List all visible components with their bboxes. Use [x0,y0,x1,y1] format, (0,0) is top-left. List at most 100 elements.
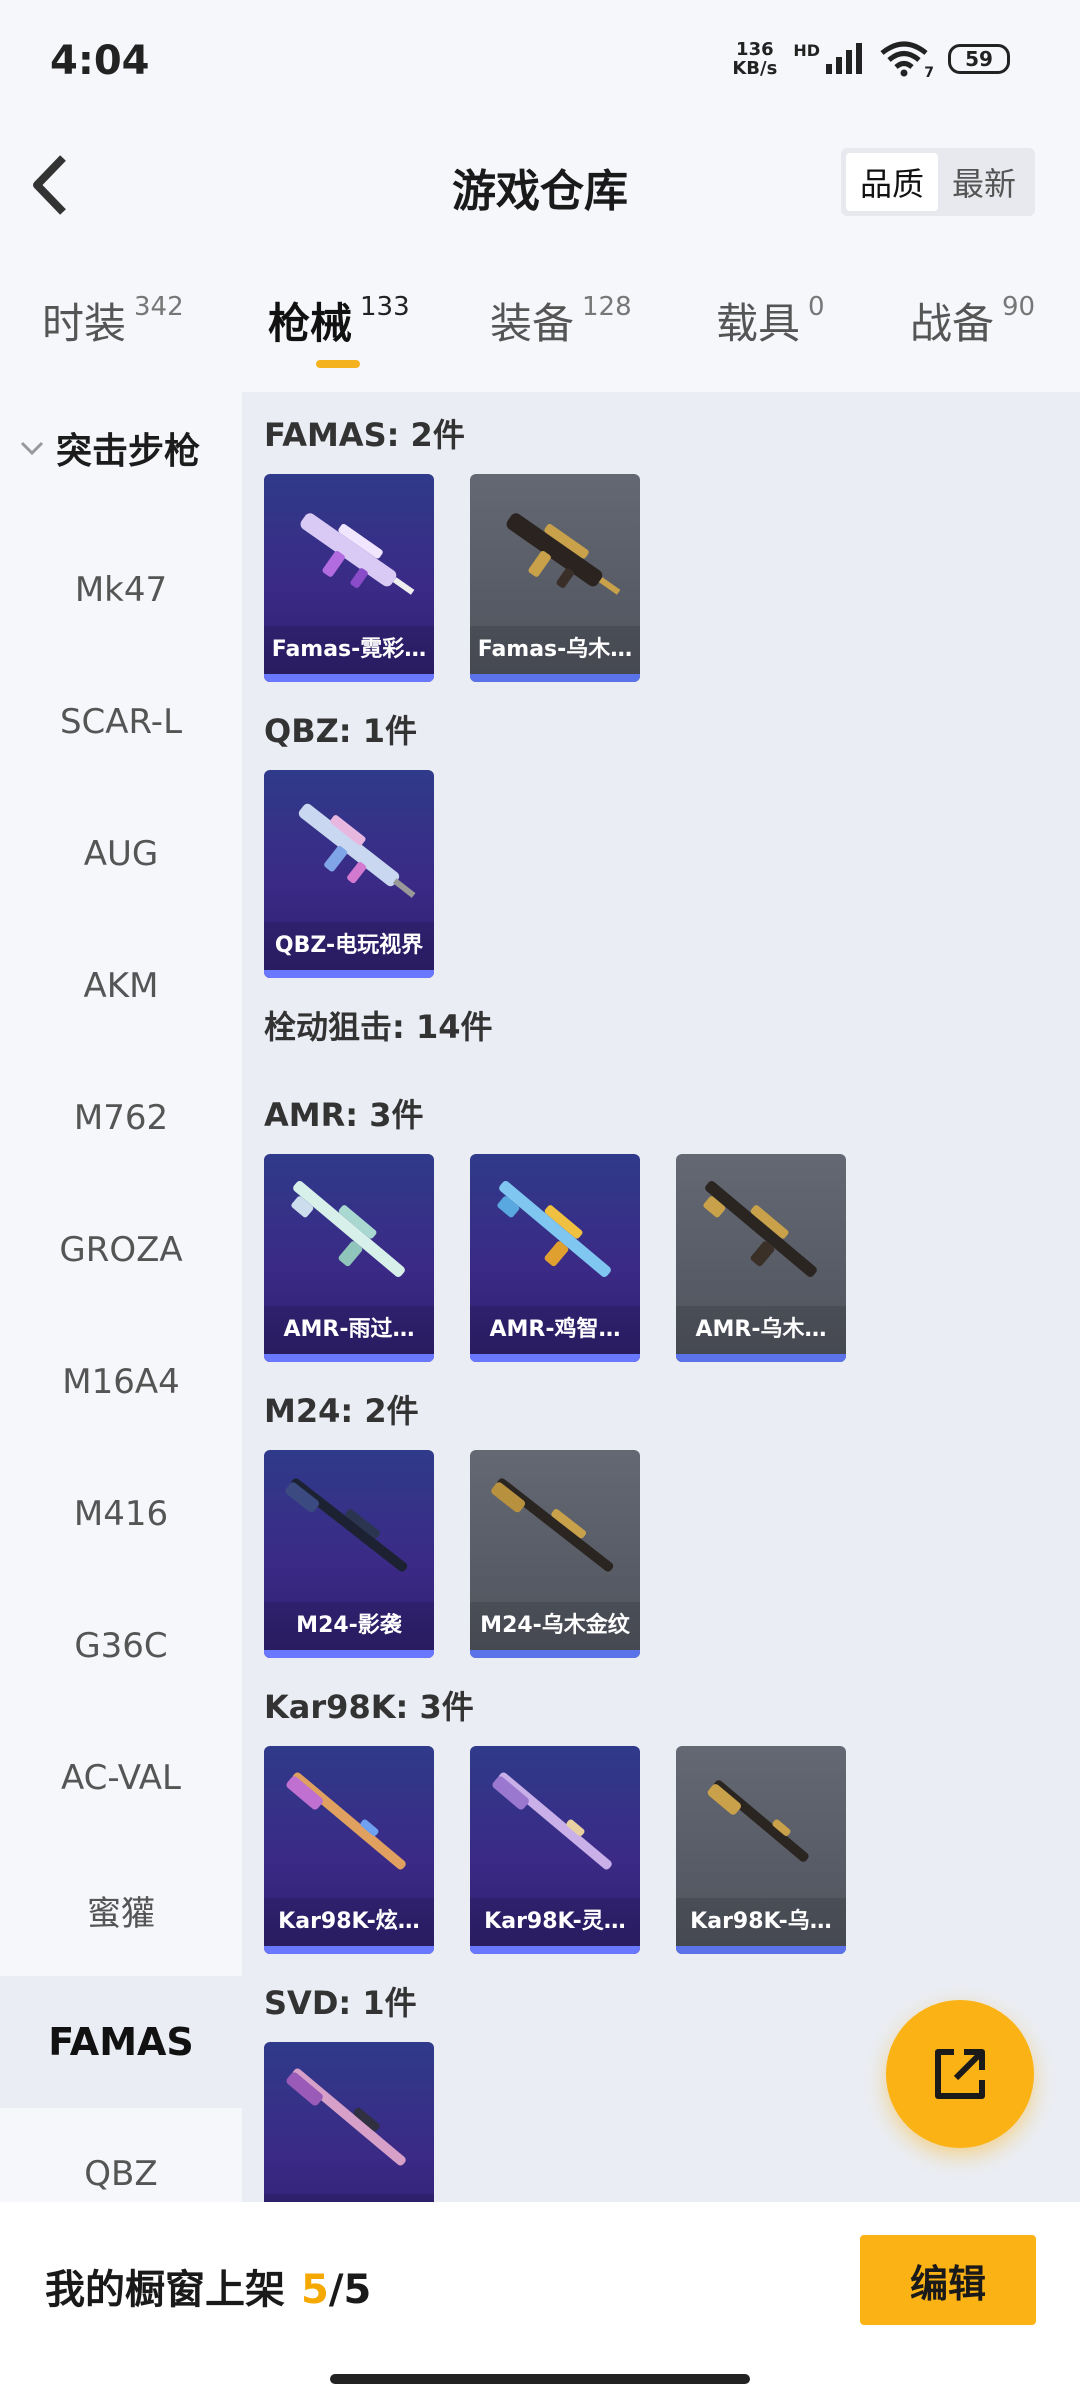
weapon-m24-image [285,1478,408,1572]
sidebar-item-famas[interactable]: FAMAS [0,1976,242,2108]
sidebar-item-m416[interactable]: M416 [0,1448,242,1580]
tab-count: 90 [1002,292,1036,322]
weapon-kar98k-image [286,1772,406,1870]
status-indicators: 136 KB/s HD 7 59 [732,40,1010,81]
rarity-bar [264,1354,434,1362]
item-card[interactable]: Kar98K-炫… [264,1746,434,1954]
sidebar-item-groza[interactable]: GROZA [0,1184,242,1316]
section-title-kar98k: Kar98K: 3件 [264,1688,474,1726]
item-card-label: QBZ-电玩视界 [264,922,434,970]
sort-option-latest[interactable]: 最新 [938,153,1030,211]
chevron-down-icon [20,441,44,456]
weapon-famas-image [506,513,621,595]
rarity-bar [676,1946,846,1954]
tab-label: 战备 [910,299,995,348]
rarity-bar [470,674,640,682]
weapon-sidebar: 突击步枪 Mk47 SCAR-L AUG AKM M762 GROZA M16A… [0,392,242,2202]
rarity-bar [264,1650,434,1658]
tab-count: 0 [808,292,825,322]
sidebar-item-m762[interactable]: M762 [0,1052,242,1184]
sidebar-item-ac-val[interactable]: AC-VAL [0,1712,242,1844]
home-indicator[interactable] [330,2374,750,2384]
sort-toggle: 品质 最新 [841,148,1035,216]
weapon-kar98k-image [707,1780,809,1862]
item-card-label: AMR-鸡智… [470,1306,640,1354]
tab-firearms[interactable]: 枪械 133 [268,290,410,351]
weapon-qbz-image [298,803,416,898]
item-card[interactable] [264,2042,434,2202]
share-external-icon [935,2049,985,2099]
sidebar-item-scar-l[interactable]: SCAR-L [0,656,242,788]
tab-supplies[interactable]: 战备 90 [910,290,1035,351]
rarity-bar [676,1354,846,1362]
tab-equipment[interactable]: 装备 128 [490,290,632,351]
wifi-sub-label: 7 [924,65,934,81]
tab-vehicles[interactable]: 载具 0 [716,290,825,351]
item-card[interactable]: Famas-霓彩… [264,474,434,682]
sidebar-item-m16a4[interactable]: M16A4 [0,1316,242,1448]
section-title-qbz: QBZ: 1件 [264,712,418,750]
showcase-status: 我的橱窗上架 5 / 5 [45,2257,371,2315]
item-card[interactable]: AMR-乌木… [676,1154,846,1362]
rarity-bar [470,1946,640,1954]
item-card-label: Kar98K-灵… [470,1898,640,1946]
battery-level: 59 [965,47,993,71]
hd-label: HD [793,40,820,60]
item-card-label [264,2194,434,2202]
item-card[interactable]: AMR-雨过… [264,1154,434,1362]
share-button[interactable] [886,2000,1034,2148]
network-speed-unit: KB/s [732,58,778,79]
sidebar-group-assault-rifles[interactable]: 突击步枪 [0,422,242,474]
sidebar-item-honey-badger[interactable]: 蜜獾 [0,1844,242,1976]
rarity-bar [264,1946,434,1954]
active-tab-indicator [316,360,360,368]
edit-button[interactable]: 编辑 [860,2235,1036,2325]
showcase-label: 我的橱窗上架 [45,2267,285,2313]
item-card[interactable]: Kar98K-乌… [676,1746,846,1954]
rarity-bar [470,1354,640,1362]
weapon-amr-image [497,1181,611,1277]
section-title-famas: FAMAS: 2件 [264,416,465,454]
sidebar-group-label: 突击步枪 [56,431,201,472]
item-card[interactable]: QBZ-电玩视界 [264,770,434,978]
wifi-icon: 7 [880,41,934,81]
weapon-amr-image [703,1181,817,1277]
battery-icon: 59 [948,44,1010,74]
sidebar-item-g36c[interactable]: G36C [0,1580,242,1712]
item-card[interactable]: M24-影袭 [264,1450,434,1658]
rarity-bar [264,970,434,978]
section-title-bolt-action: 栓动狙击: 14件 [264,1008,493,1046]
item-card-label: M24-乌木金纹 [470,1602,640,1650]
tab-label: 时装 [42,299,127,348]
section-title-svd: SVD: 1件 [264,1984,417,2022]
tab-costume[interactable]: 时装 342 [42,290,184,351]
network-speed-value: 136 [736,39,774,60]
sort-option-quality[interactable]: 品质 [846,153,938,211]
item-card-label: Famas-乌木… [470,626,640,674]
item-card[interactable]: Famas-乌木… [470,474,640,682]
sidebar-item-mk47[interactable]: Mk47 [0,524,242,656]
item-card-label: AMR-乌木… [676,1306,846,1354]
rarity-bar [264,674,434,682]
section-title-m24: M24: 2件 [264,1392,419,1430]
tab-label: 装备 [490,299,575,348]
item-card[interactable]: AMR-鸡智… [470,1154,640,1362]
tab-label: 载具 [716,299,801,348]
bottom-bar: 我的橱窗上架 5 / 5 编辑 [0,2202,1080,2400]
sidebar-item-akm[interactable]: AKM [0,920,242,1052]
item-card-label: Famas-霓彩… [264,626,434,674]
weapon-list: FAMAS: 2件 Famas-霓彩… Famas-乌木… QBZ: 1件 QB… [242,392,1080,2202]
status-bar: 4:04 136 KB/s HD 7 59 [0,0,1080,130]
signal-icon [826,43,862,74]
status-time: 4:04 [50,38,150,84]
network-speed: 136 KB/s [732,40,777,78]
item-card-label: AMR-雨过… [264,1306,434,1354]
rarity-bar [470,1650,640,1658]
item-card[interactable]: Kar98K-灵… [470,1746,640,1954]
category-tabs: 时装 342 枪械 133 装备 128 载具 0 战备 90 [0,280,1080,380]
item-card[interactable]: M24-乌木金纹 [470,1450,640,1658]
item-card-label: M24-影袭 [264,1602,434,1650]
sidebar-item-aug[interactable]: AUG [0,788,242,920]
tab-count: 128 [582,292,632,322]
showcase-count: 5 [301,2267,329,2313]
